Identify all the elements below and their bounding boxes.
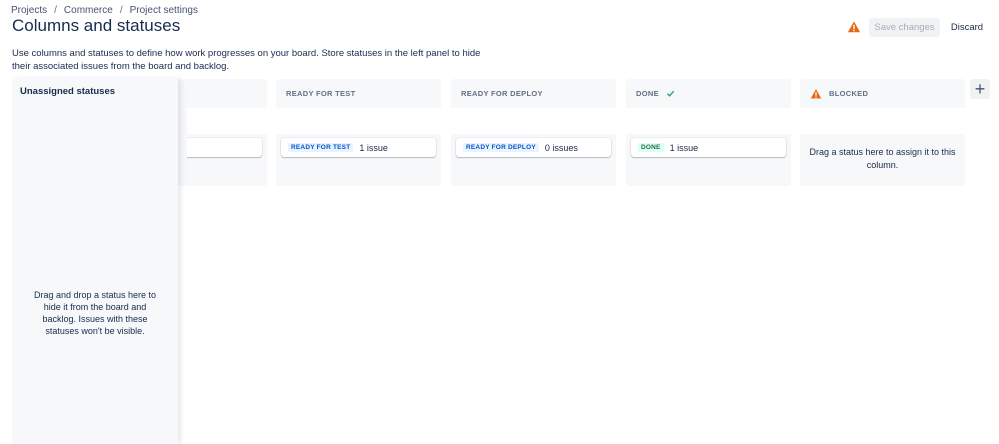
board-column-ready-for-test[interactable]: READY FOR TEST READY FOR TEST 1 issue	[276, 79, 441, 186]
save-changes-button[interactable]: Save changes	[869, 18, 940, 37]
breadcrumb-commerce[interactable]: Commerce	[64, 5, 113, 16]
column-header-label: READY FOR TEST	[286, 89, 356, 98]
breadcrumb-projects[interactable]: Projects	[11, 5, 47, 16]
warning-icon	[810, 88, 822, 98]
warning-icon	[847, 21, 861, 33]
column-header[interactable]: READY FOR DEPLOY	[451, 79, 616, 108]
unassigned-drop-hint: Drag and drop a status here to hide it f…	[33, 290, 157, 336]
column-divider	[626, 108, 791, 134]
status-lozenge: READY FOR TEST	[288, 143, 354, 152]
discard-button[interactable]: Discard	[944, 18, 990, 37]
column-edge-shadow	[178, 79, 187, 186]
add-column-button[interactable]: +	[970, 79, 990, 99]
board-column-done[interactable]: DONE DONE 1 issue	[626, 79, 791, 186]
breadcrumb: Projects / Commerce / Project settings	[11, 5, 198, 16]
column-drop-hint: Drag a status here to assign it to this …	[809, 147, 956, 170]
column-divider	[276, 108, 441, 134]
board-column-blocked[interactable]: BLOCKED Drag a status here to assign it …	[800, 79, 965, 186]
unassigned-statuses-panel[interactable]: Unassigned statuses Drag and drop a stat…	[12, 79, 178, 444]
column-header-label: DONE	[636, 89, 659, 98]
column-header-label: BLOCKED	[829, 89, 869, 98]
status-lozenge: DONE	[638, 143, 664, 152]
status-card[interactable]: READY FOR TEST 1 issue	[281, 138, 436, 157]
column-header-label: READY FOR DEPLOY	[461, 89, 543, 98]
status-issue-count: 0 issues	[544, 142, 578, 153]
status-lozenge: READY FOR DEPLOY	[463, 143, 539, 152]
status-card[interactable]: DONE 1 issue	[631, 138, 786, 157]
status-issue-count: 1 issue	[669, 142, 699, 153]
check-icon	[666, 90, 675, 97]
column-divider	[800, 108, 965, 134]
page-description: Use columns and statuses to define how w…	[12, 48, 481, 72]
breadcrumb-project-settings[interactable]: Project settings	[130, 5, 198, 16]
status-card[interactable]: READY FOR DEPLOY 0 issues	[456, 138, 611, 157]
column-header[interactable]: DONE	[626, 79, 791, 108]
status-issue-count: 1 issue	[359, 142, 388, 153]
column-divider	[451, 108, 616, 134]
board-column-ready-for-deploy[interactable]: READY FOR DEPLOY READY FOR DEPLOY 0 issu…	[451, 79, 616, 186]
breadcrumb-separator: /	[119, 5, 123, 16]
column-header[interactable]: READY FOR TEST	[276, 79, 441, 108]
unassigned-statuses-title: Unassigned statuses	[20, 86, 116, 97]
plus-icon: +	[974, 79, 986, 99]
column-header[interactable]: BLOCKED	[800, 79, 965, 108]
page-title: Columns and statuses	[12, 16, 181, 35]
breadcrumb-separator: /	[54, 5, 57, 16]
